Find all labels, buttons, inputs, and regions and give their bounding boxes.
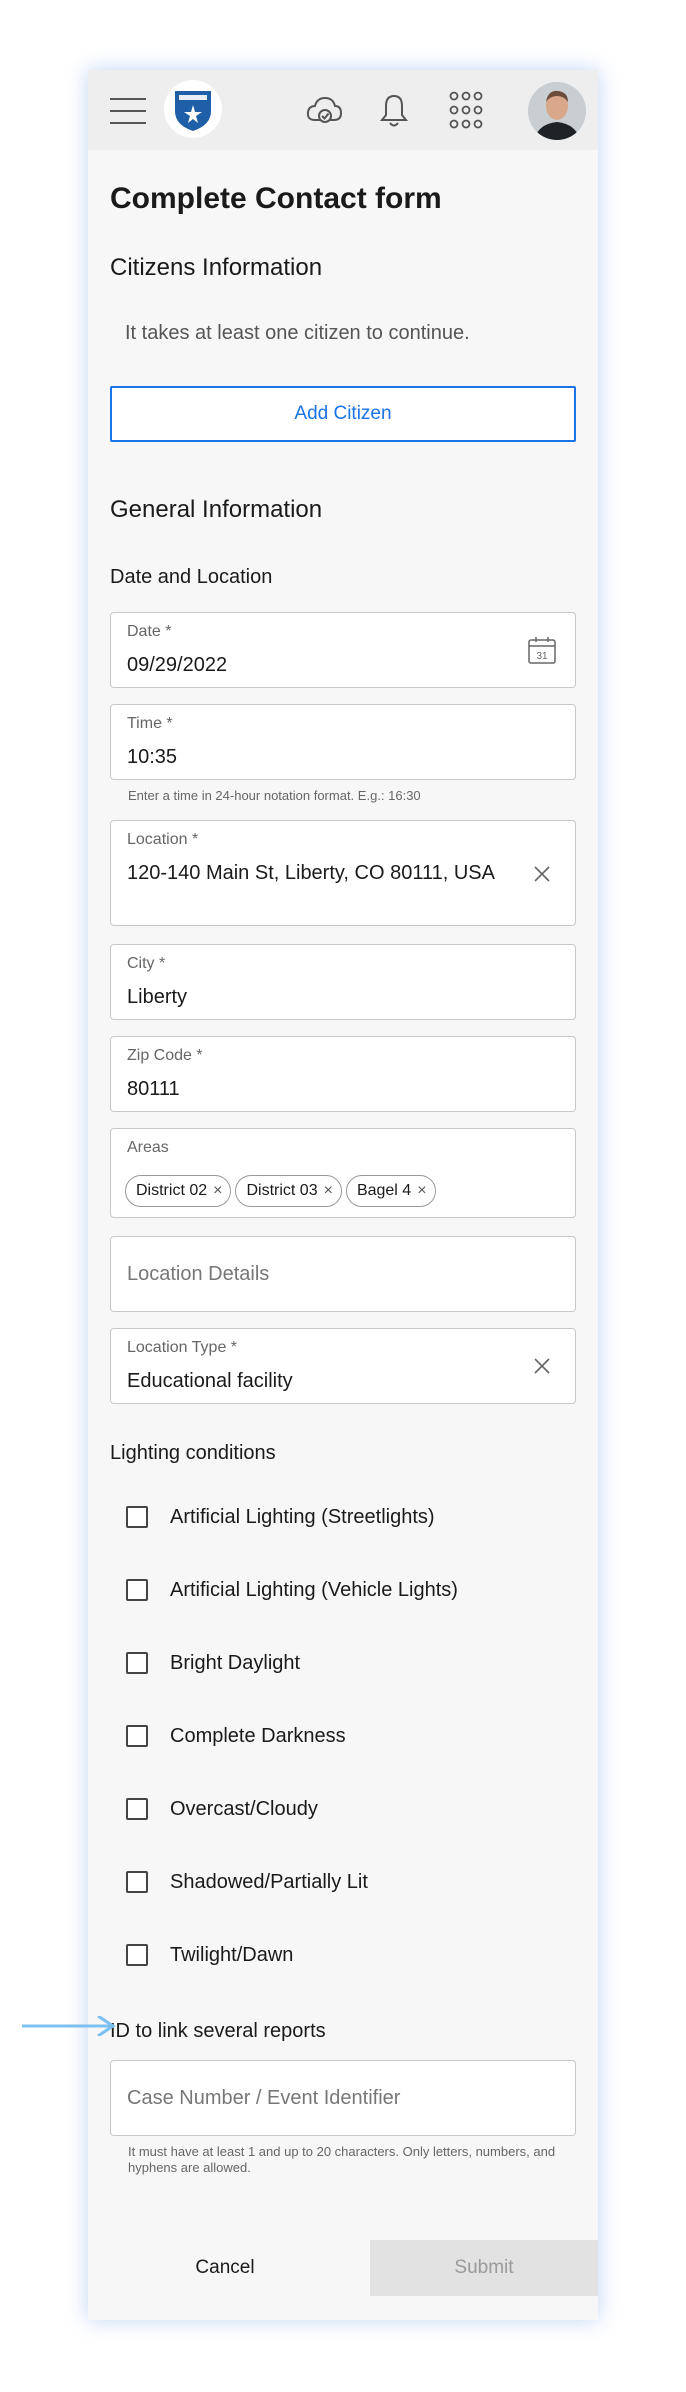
general-heading: General Information	[110, 496, 323, 523]
case-number-input[interactable]: Case Number / Event Identifier	[110, 2060, 576, 2136]
date-value: 09/29/2022	[127, 654, 228, 676]
date-field[interactable]: Date * 09/29/2022 31	[110, 612, 576, 688]
case-number-placeholder: Case Number / Event Identifier	[127, 2086, 401, 2109]
clear-location-type-icon[interactable]	[525, 1349, 559, 1383]
location-type-value: Educational facility	[127, 1370, 293, 1392]
cancel-button[interactable]: Cancel	[110, 2240, 340, 2296]
areas-field[interactable]: Areas District 02 × District 03 × Bagel 4 ×	[110, 1128, 576, 1218]
checkbox[interactable]	[126, 1798, 148, 1820]
zip-field[interactable]: Zip Code * 80111	[110, 1036, 576, 1112]
location-field[interactable]: Location * 120-140 Main St, Liberty, CO …	[110, 820, 576, 926]
lighting-option[interactable]: Bright Daylight	[126, 1648, 300, 1678]
add-citizen-button[interactable]: Add Citizen	[110, 386, 576, 442]
city-value: Liberty	[127, 986, 188, 1008]
lighting-option[interactable]: Artificial Lighting (Streetlights)	[126, 1502, 435, 1532]
location-details-input[interactable]: Location Details	[110, 1236, 576, 1312]
location-value: 120-140 Main St, Liberty, CO 80111, USA	[127, 862, 495, 884]
checkbox[interactable]	[126, 1579, 148, 1601]
submit-button[interactable]: Submit	[370, 2240, 598, 2296]
time-helper: Enter a time in 24-hour notation format.…	[128, 788, 421, 803]
area-chip[interactable]: District 03 ×	[235, 1175, 342, 1207]
date-label: Date *	[127, 623, 172, 640]
lighting-option[interactable]: Complete Darkness	[126, 1721, 346, 1751]
remove-chip-icon[interactable]: ×	[324, 1182, 333, 1200]
police-logo	[164, 80, 222, 138]
area-chip[interactable]: Bagel 4 ×	[345, 1175, 436, 1207]
app-header	[88, 70, 598, 150]
zip-value: 80111	[127, 1078, 180, 1100]
apps-grid-icon[interactable]	[446, 90, 486, 130]
case-number-helper: It must have at least 1 and up to 20 cha…	[128, 2144, 556, 2175]
lighting-option[interactable]: Artificial Lighting (Vehicle Lights)	[126, 1575, 458, 1605]
checkbox[interactable]	[126, 1944, 148, 1966]
phone-frame: Complete Contact form Citizens Informati…	[88, 70, 598, 2320]
time-field[interactable]: Time * 10:35	[110, 704, 576, 780]
citizens-heading: Citizens Information	[110, 254, 323, 281]
lighting-option[interactable]: Twilight/Dawn	[126, 1940, 293, 1970]
lighting-option[interactable]: Shadowed/Partially Lit	[126, 1867, 368, 1897]
date-location-heading: Date and Location	[110, 566, 273, 588]
city-label: City *	[127, 955, 166, 972]
location-type-field[interactable]: Location Type * Educational facility	[110, 1328, 576, 1404]
calendar-day: 31	[536, 651, 548, 662]
location-type-label: Location Type *	[127, 1339, 238, 1356]
menu-icon[interactable]	[110, 98, 146, 124]
citizens-hint: It takes at least one citizen to continu…	[125, 322, 470, 344]
lighting-heading: Lighting conditions	[110, 1442, 276, 1464]
lighting-option[interactable]: Overcast/Cloudy	[126, 1794, 318, 1824]
location-details-placeholder: Location Details	[127, 1262, 270, 1285]
area-chip[interactable]: District 02 ×	[125, 1175, 232, 1207]
calendar-icon[interactable]: 31	[525, 633, 559, 667]
location-label: Location *	[127, 831, 199, 848]
time-label: Time *	[127, 715, 173, 732]
bell-icon[interactable]	[374, 90, 414, 130]
page-title: Complete Contact form	[110, 182, 442, 215]
zip-label: Zip Code *	[127, 1047, 203, 1064]
areas-label: Areas	[127, 1139, 169, 1156]
checkbox[interactable]	[126, 1652, 148, 1674]
checkbox[interactable]	[126, 1506, 148, 1528]
cloud-sync-icon[interactable]	[304, 90, 344, 130]
annotation-arrow	[22, 2016, 116, 2036]
link-reports-heading: ID to link several reports	[110, 2020, 326, 2042]
user-avatar[interactable]	[528, 82, 586, 140]
checkbox[interactable]	[126, 1871, 148, 1893]
time-value: 10:35	[127, 746, 178, 768]
remove-chip-icon[interactable]: ×	[417, 1182, 426, 1200]
city-field[interactable]: City * Liberty	[110, 944, 576, 1020]
clear-location-icon[interactable]	[525, 857, 559, 891]
checkbox[interactable]	[126, 1725, 148, 1747]
remove-chip-icon[interactable]: ×	[213, 1182, 222, 1200]
